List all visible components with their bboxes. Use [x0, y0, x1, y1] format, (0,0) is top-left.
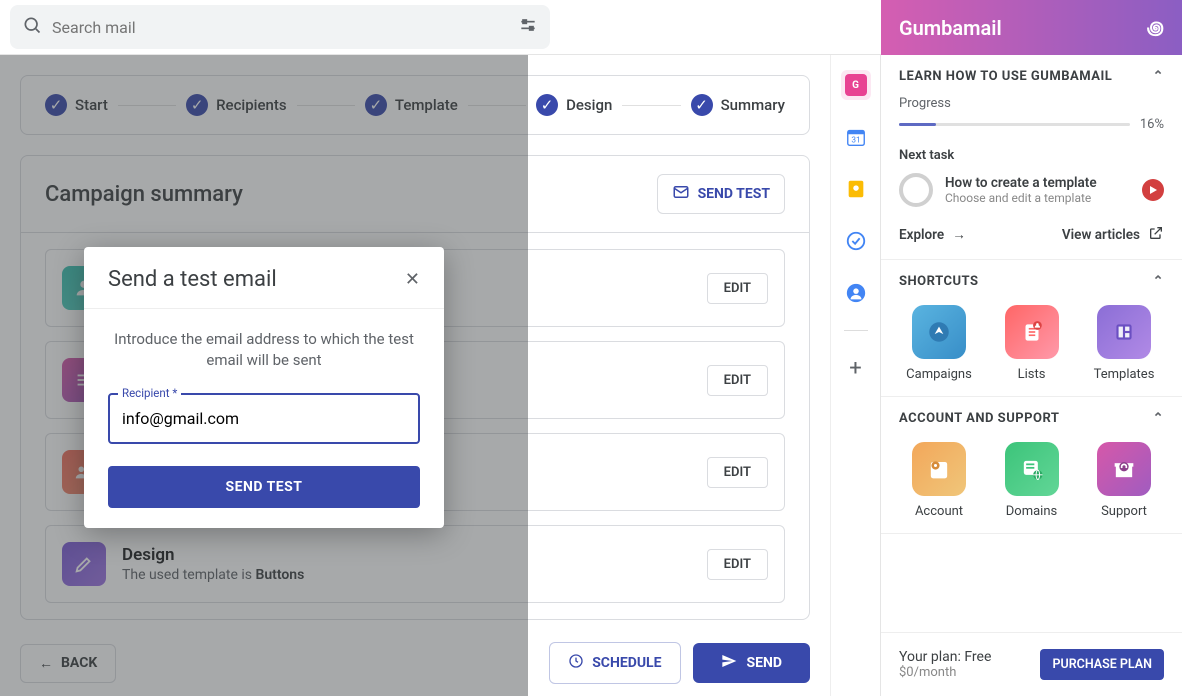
progress-percent: 16% — [1140, 117, 1164, 132]
account-section-header[interactable]: ACCOUNT AND SUPPORT ⌃ — [899, 411, 1164, 426]
check-icon: ✓ — [691, 94, 713, 116]
learn-section-header[interactable]: LEARN HOW TO USE GUMBAMAIL ⌃ — [899, 69, 1164, 84]
envelope-icon — [672, 183, 690, 205]
search-icon — [22, 15, 42, 39]
open-external-icon — [1148, 225, 1164, 245]
sidebar-add-icon[interactable]: + — [841, 353, 871, 383]
schedule-button[interactable]: SCHEDULE — [549, 642, 680, 684]
domains-icon — [1005, 442, 1059, 496]
search-bar[interactable] — [10, 5, 550, 49]
step-design[interactable]: ✓Design — [536, 94, 612, 116]
task-progress-icon — [899, 173, 933, 207]
next-task-row[interactable]: How to create a template Choose and edit… — [899, 173, 1164, 207]
shortcuts-section-header[interactable]: SHORTCUTS ⌃ — [899, 274, 1164, 289]
close-icon[interactable]: ✕ — [405, 269, 420, 290]
sidebar-calendar-icon[interactable]: 31 — [841, 122, 871, 152]
plan-footer: Your plan: Free $0/month PURCHASE PLAN — [881, 632, 1182, 696]
shortcut-campaigns[interactable]: Campaigns — [899, 305, 979, 382]
edit-sender-button[interactable]: EDIT — [707, 273, 768, 304]
gumbamail-logo-icon: ꩜ — [1147, 15, 1164, 41]
clock-icon — [568, 653, 584, 673]
right-panel-header: Gumbamail ꩜ — [881, 0, 1182, 55]
check-icon: ✓ — [536, 94, 558, 116]
plan-text: Your plan: Free — [899, 649, 991, 665]
support-icon — [1097, 442, 1151, 496]
sidebar-tasks-icon[interactable] — [841, 226, 871, 256]
chevron-up-icon: ⌃ — [1153, 411, 1164, 426]
send-test-button[interactable]: SEND TEST — [657, 174, 785, 214]
support-link[interactable]: Support — [1084, 442, 1164, 519]
mini-sidebar: G 31 + — [830, 55, 880, 696]
chevron-up-icon: ⌃ — [1153, 274, 1164, 289]
purchase-plan-button[interactable]: PURCHASE PLAN — [1040, 649, 1164, 680]
recipient-input[interactable] — [108, 393, 420, 444]
modal-send-test-button[interactable]: SEND TEST — [108, 466, 420, 508]
modal-hint: Introduce the email address to which the… — [108, 329, 420, 371]
account-link[interactable]: Account — [899, 442, 979, 519]
chevron-up-icon: ⌃ — [1153, 69, 1164, 84]
step-summary[interactable]: ✓Summary — [691, 94, 785, 116]
account-icon — [912, 442, 966, 496]
edit-design-button[interactable]: EDIT — [707, 549, 768, 580]
shortcut-lists[interactable]: Lists — [992, 305, 1072, 382]
explore-link[interactable]: Explore→ — [899, 225, 966, 245]
progress-bar — [899, 123, 1130, 126]
next-task-label: Next task — [899, 148, 1164, 163]
domains-link[interactable]: Domains — [992, 442, 1072, 519]
sidebar-gumbamail-icon[interactable]: G — [841, 70, 871, 100]
arrow-right-icon: → — [952, 227, 966, 243]
modal-overlay: Send a test email ✕ Introduce the email … — [0, 55, 528, 696]
plan-price: $0/month — [899, 665, 991, 680]
templates-icon — [1097, 305, 1151, 359]
send-test-modal: Send a test email ✕ Introduce the email … — [84, 247, 444, 528]
right-panel: Gumbamail ꩜ LEARN HOW TO USE GUMBAMAIL ⌃… — [880, 55, 1182, 696]
sidebar-keep-icon[interactable] — [841, 174, 871, 204]
tune-icon[interactable] — [518, 15, 538, 39]
campaigns-icon — [912, 305, 966, 359]
view-articles-link[interactable]: View articles — [1062, 225, 1164, 245]
svg-text:31: 31 — [851, 136, 860, 146]
recipient-label: Recipient * — [118, 386, 181, 400]
edit-subject-button[interactable]: EDIT — [707, 365, 768, 396]
send-icon — [721, 653, 737, 673]
modal-title: Send a test email — [108, 267, 277, 292]
search-input[interactable] — [42, 18, 518, 37]
sidebar-contacts-icon[interactable] — [841, 278, 871, 308]
progress-label: Progress — [899, 96, 1164, 111]
lists-icon — [1005, 305, 1059, 359]
play-icon[interactable] — [1142, 179, 1164, 201]
edit-recipients-button[interactable]: EDIT — [707, 457, 768, 488]
shortcut-templates[interactable]: Templates — [1084, 305, 1164, 382]
send-button[interactable]: SEND — [693, 643, 810, 683]
